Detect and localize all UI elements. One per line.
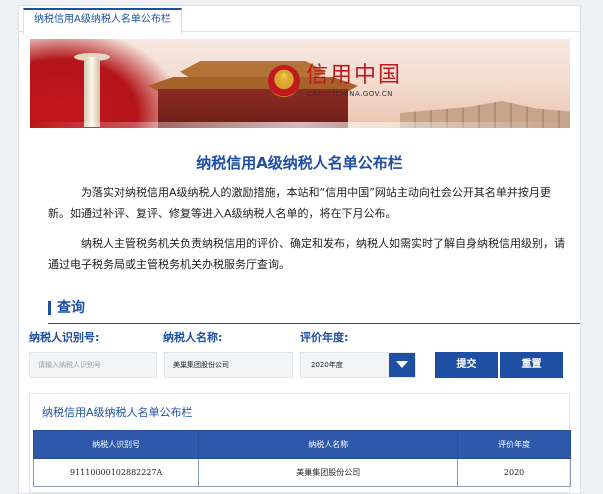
query-section-header: 查询 [48,299,580,324]
tab-a-level-list[interactable]: 纳税信用A级纳税人名单公布栏 [23,8,182,35]
evaluation-year-value: 2020年度 [311,361,343,369]
taxpayer-name-input[interactable] [164,352,293,378]
results-title: 纳税信用A级纳税人名单公布栏 [42,406,193,419]
submit-button[interactable]: 提交 [435,352,498,378]
tiananmen-upper-roof [180,61,326,79]
taxpayer-name-label: 纳税人名称: [163,331,223,344]
table-header-row: 纳税人识别号 纳税人名称 评价年度 [32,430,571,459]
table-row: 91110000102882227A 美巢集团股份公司 2020 [32,458,571,487]
credit-china-banner: ★ 信用中国 CREDITCHINA.GOV.CN [30,39,570,128]
cell-taxpayer-id: 91110000102882227A [32,458,200,487]
evaluation-year-select[interactable]: 2020年度 [300,352,416,378]
emblem-star-icon: ★ [279,69,289,82]
banner-glow [30,122,570,128]
tab-bar: 纳税信用A级纳税人名单公布栏 [19,6,580,35]
chevron-down-icon [396,361,408,368]
evaluation-year-label: 评价年度: [300,331,349,344]
results-panel: 纳税信用A级纳税人名单公布栏 纳税人识别号 纳税人名称 评价年度 9111000… [29,393,571,493]
logo-text-en: CREDITCHINA.GOV.CN [307,90,393,98]
page-title: 纳税信用A级纳税人名单公布栏 [196,154,403,172]
taxpayer-id-label: 纳税人识别号: [29,331,100,344]
query-section-title: 查询 [57,300,85,316]
intro-paragraph-2: 纳税人主管税务机关负责纳税信用的评价、确定和发布，纳税人如需实时了解自身纳税信用… [48,237,565,271]
section-accent-bar [48,301,51,315]
column-header-evaluation-year: 评价年度 [457,430,571,459]
cell-taxpayer-name: 美巢集团股份公司 [198,458,459,487]
taxpayer-id-input[interactable] [29,352,157,378]
column-header-taxpayer-name: 纳税人名称 [198,430,459,459]
huabiao-pillar [84,57,100,127]
cell-evaluation-year: 2020 [457,458,571,487]
year-dropdown-button[interactable] [389,353,415,377]
reset-button[interactable]: 重置 [500,352,563,378]
results-table: 纳税人识别号 纳税人名称 评价年度 91110000102882227A 美巢集… [32,430,571,487]
column-header-taxpayer-id: 纳税人识别号 [32,430,200,459]
intro-paragraph-1: 为落实对纳税信用A级纳税人的激励措施，本站和“信用中国”网站主动向社会公开其名单… [48,186,551,220]
logo-text-cn: 信用中国 [306,63,403,88]
